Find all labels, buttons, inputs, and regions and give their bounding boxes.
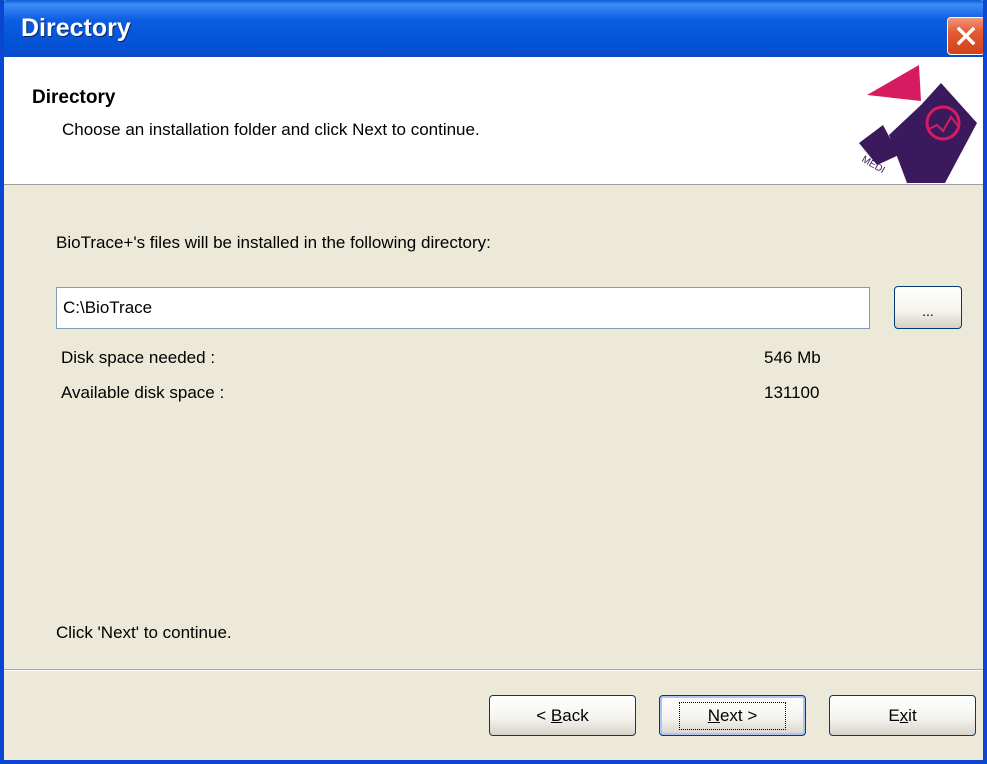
exit-button-label: Exit [888,705,917,725]
close-icon [956,26,976,46]
installer-window: Directory Directory Choose an installati… [0,0,987,764]
next-button-label: Next > [678,701,787,730]
next-button[interactable]: Next > [659,695,806,736]
back-button[interactable]: < Back [489,695,636,736]
window-title: Directory [21,14,131,42]
wizard-header: Directory Choose an installation folder … [4,57,983,185]
back-button-label: < Back [536,705,589,725]
disk-available-label: Available disk space : [61,383,225,402]
install-path-input[interactable] [56,287,870,329]
wizard-body: BioTrace+'s files will be installed in t… [4,185,983,669]
page-title: Directory [32,87,116,108]
continue-hint: Click 'Next' to continue. [56,623,232,642]
disk-needed-value: 546 Mb [764,348,821,367]
close-button[interactable] [947,17,983,55]
brand-logo: MEDI [859,65,977,183]
disk-available-value: 131100 [764,383,820,402]
exit-button[interactable]: Exit [829,695,976,736]
browse-button[interactable]: ... [894,286,962,329]
title-bar[interactable]: Directory [4,0,983,57]
page-subtitle: Choose an installation folder and click … [62,120,480,139]
directory-intro-text: BioTrace+'s files will be installed in t… [56,233,491,252]
disk-needed-label: Disk space needed : [61,348,216,367]
footer-divider [4,669,983,671]
